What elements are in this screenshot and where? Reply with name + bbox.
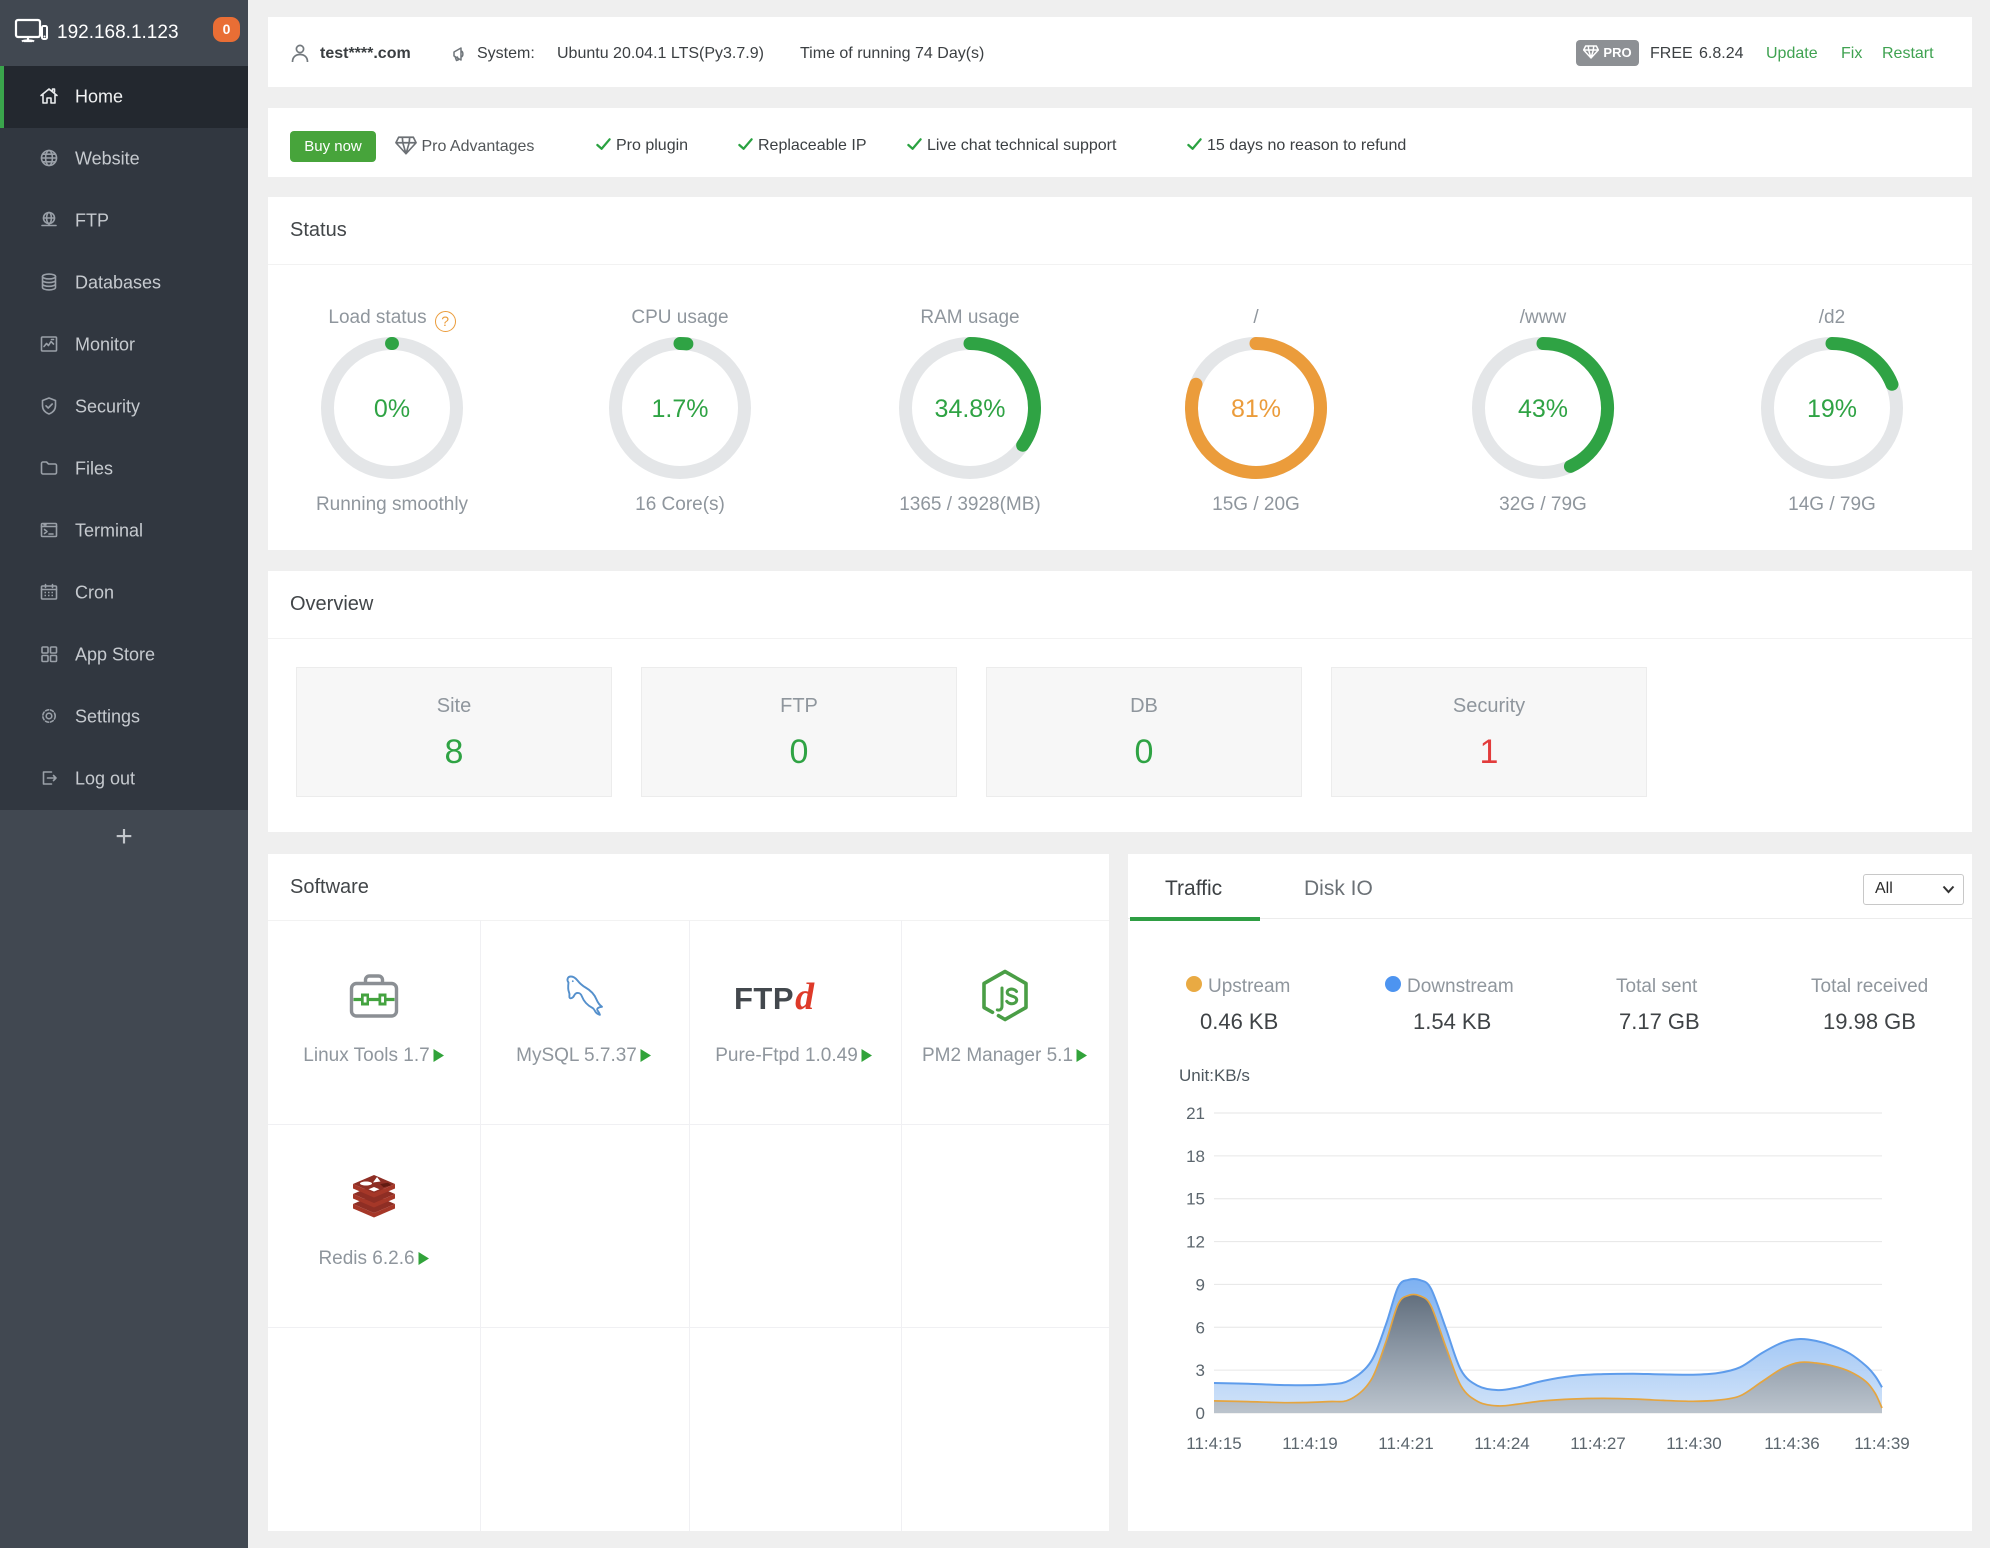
svg-text:11:4:36: 11:4:36 (1764, 1434, 1819, 1453)
svg-text:9: 9 (1196, 1275, 1205, 1294)
svg-text:15: 15 (1186, 1190, 1205, 1209)
svg-text:11:4:21: 11:4:21 (1378, 1434, 1433, 1453)
svg-text:11:4:39: 11:4:39 (1854, 1434, 1909, 1453)
svg-text:11:4:24: 11:4:24 (1474, 1434, 1529, 1453)
svg-text:11:4:30: 11:4:30 (1666, 1434, 1721, 1453)
svg-text:11:4:19: 11:4:19 (1282, 1434, 1337, 1453)
svg-text:6: 6 (1196, 1318, 1205, 1337)
svg-text:21: 21 (1186, 1104, 1205, 1123)
svg-text:3: 3 (1196, 1361, 1205, 1380)
svg-text:11:4:27: 11:4:27 (1570, 1434, 1625, 1453)
svg-text:18: 18 (1186, 1147, 1205, 1166)
svg-text:0: 0 (1196, 1404, 1205, 1423)
svg-text:11:4:15: 11:4:15 (1186, 1434, 1241, 1453)
svg-text:12: 12 (1186, 1233, 1205, 1252)
